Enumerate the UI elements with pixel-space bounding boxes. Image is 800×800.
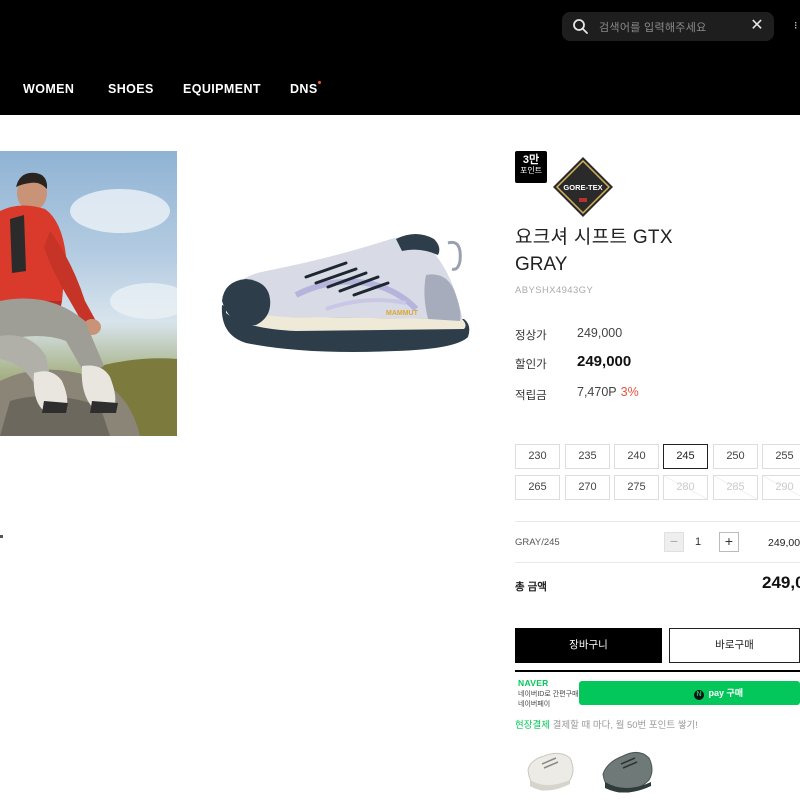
size-option[interactable]: 270 bbox=[565, 475, 610, 500]
search-icon bbox=[573, 19, 588, 34]
product-color-title: GRAY bbox=[515, 254, 568, 275]
nav-dns[interactable]: DNS bbox=[290, 82, 318, 96]
size-option[interactable]: 230 bbox=[515, 444, 560, 469]
goretex-label: GORE-TEX bbox=[563, 183, 602, 192]
product-sku: ABYSHX4943GY bbox=[515, 285, 594, 296]
regular-price: 249,000 bbox=[577, 326, 623, 340]
size-option-soldout[interactable]: 285 bbox=[713, 475, 758, 500]
promo-highlight: 현장결제 bbox=[515, 720, 550, 731]
naver-pay-description: 네이버ID로 간편구매 bbox=[518, 691, 579, 698]
add-to-cart-button[interactable]: 장바구니 bbox=[515, 628, 662, 663]
quantity-increase-button[interactable]: + bbox=[719, 532, 739, 552]
size-option-soldout[interactable]: 280 bbox=[663, 475, 708, 500]
goretex-badge: GORE-TEX bbox=[553, 157, 613, 217]
nav-shoes[interactable]: SHOES bbox=[108, 82, 154, 96]
color-swatch-gray[interactable] bbox=[597, 740, 655, 796]
naver-pay-name: 네이버페이 bbox=[518, 701, 551, 708]
size-option[interactable]: 235 bbox=[565, 444, 610, 469]
svg-text:MAMMUT: MAMMUT bbox=[386, 310, 419, 317]
new-indicator-dot bbox=[318, 81, 321, 84]
npay-icon: N bbox=[694, 690, 704, 700]
site-header: 검색어를 입력해주세요 ✕ ⁝ WOMEN SHOES EQUIPMENT DN… bbox=[0, 0, 800, 115]
size-option[interactable]: 255 bbox=[762, 444, 800, 469]
promo-rest: 결제할 때 마다, 월 50번 포인트 쌓기! bbox=[549, 720, 698, 731]
total-label: 총 금액 bbox=[515, 581, 547, 593]
size-option-selected[interactable]: 245 bbox=[663, 444, 708, 469]
points-info: 7,470P 3% bbox=[577, 385, 639, 399]
total-price: 249,0 bbox=[762, 573, 800, 592]
sale-price-label: 할인가 bbox=[515, 359, 547, 371]
menu-icon[interactable]: ⁝ bbox=[794, 19, 800, 33]
search-box[interactable]: 검색어를 입력해주세요 ✕ bbox=[562, 12, 774, 41]
selected-option-name: GRAY/245 bbox=[515, 537, 560, 548]
npay-button-label: pay 구매 bbox=[708, 688, 744, 698]
search-input[interactable]: 검색어를 입력해주세요 bbox=[599, 19, 707, 35]
carousel-indicator[interactable] bbox=[0, 535, 3, 538]
points-badge-label: 포인트 bbox=[519, 166, 543, 175]
close-icon[interactable]: ✕ bbox=[749, 17, 765, 35]
points-label: 적립금 bbox=[515, 390, 547, 402]
naver-logo: NAVER bbox=[518, 678, 549, 688]
product-shoe-image[interactable]: MAMMUT bbox=[216, 225, 476, 360]
size-option[interactable]: 265 bbox=[515, 475, 560, 500]
points-rate: 3% bbox=[620, 385, 639, 399]
divider bbox=[515, 521, 800, 522]
product-title: 요크셔 시프트 GTX bbox=[515, 227, 673, 248]
promo-text: 현장결제 결제할 때 마다, 월 50번 포인트 쌓기! bbox=[515, 717, 698, 731]
nav-women[interactable]: WOMEN bbox=[23, 82, 74, 96]
quantity-decrease-button[interactable]: − bbox=[664, 532, 684, 552]
naver-pay-button[interactable]: N pay 구매 bbox=[579, 681, 800, 705]
size-option[interactable]: 240 bbox=[614, 444, 659, 469]
color-swatch-white[interactable] bbox=[520, 740, 578, 796]
divider bbox=[515, 562, 800, 563]
points-badge-amount: 3만 bbox=[522, 154, 540, 166]
sale-price: 249,000 bbox=[577, 353, 632, 370]
nav-equipment[interactable]: EQUIPMENT bbox=[183, 82, 261, 96]
points-badge: 3만 포인트 bbox=[515, 151, 547, 183]
size-option[interactable]: 250 bbox=[713, 444, 758, 469]
quantity-value[interactable]: 1 bbox=[690, 536, 706, 548]
buy-now-button[interactable]: 바로구매 bbox=[669, 628, 800, 663]
model-photo[interactable] bbox=[0, 151, 177, 436]
points-value: 7,470P bbox=[577, 385, 617, 399]
model-illustration bbox=[0, 172, 177, 436]
size-option-soldout[interactable]: 290 bbox=[762, 475, 800, 500]
naver-pay-divider bbox=[515, 670, 800, 672]
option-price: 249,00 bbox=[768, 537, 800, 549]
size-option[interactable]: 275 bbox=[614, 475, 659, 500]
regular-price-label: 정상가 bbox=[515, 330, 547, 342]
